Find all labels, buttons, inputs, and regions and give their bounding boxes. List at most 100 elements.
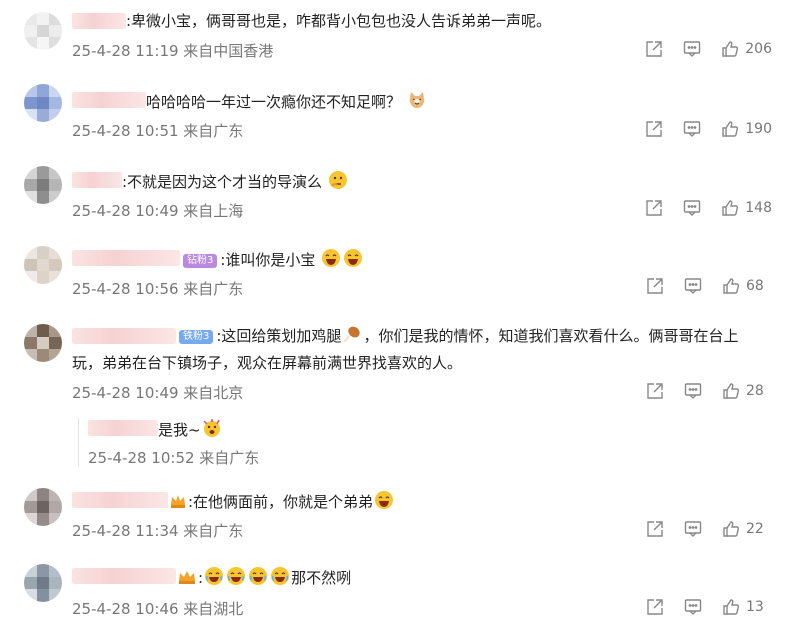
avatar[interactable] xyxy=(24,166,62,204)
comment-item: : 那不然咧 25-4-28 10:46 来自湖北 13 xyxy=(0,552,790,630)
reply-meta: 25-4-28 10:52 来自广东 xyxy=(88,449,260,467)
like-count: 148 xyxy=(745,200,772,216)
like-count: 190 xyxy=(745,121,772,137)
like-count: 22 xyxy=(746,521,764,537)
tears-of-joy-emoji-icon xyxy=(204,566,224,591)
comment-button[interactable] xyxy=(684,520,702,538)
comment-item: :不就是因为这个才当的导演么 25-4-28 10:49 来自上海 148 xyxy=(0,160,790,238)
tears-of-joy-emoji-icon xyxy=(248,566,268,591)
comment-item: 哈哈哈哈一年过一次瘾你还不知足啊？ 25-4-28 10:51 来自广东 190 xyxy=(0,80,790,160)
thumbs-up-icon xyxy=(722,41,739,57)
laughing-emoji-icon xyxy=(374,490,394,515)
username[interactable] xyxy=(72,568,176,584)
fan-badge[interactable]: 铁粉3 xyxy=(179,330,214,344)
party-emoji-icon xyxy=(202,418,222,443)
share-icon xyxy=(646,121,662,137)
like-button[interactable]: 28 xyxy=(722,382,772,400)
share-icon xyxy=(647,383,663,399)
share-button[interactable] xyxy=(646,520,664,538)
avatar[interactable] xyxy=(24,564,62,602)
comment-text: : 那不然咧 xyxy=(176,566,351,591)
share-button[interactable] xyxy=(645,199,663,217)
comment-meta: 25-4-28 10:49 来自北京 xyxy=(72,384,244,402)
comment-icon xyxy=(684,383,702,399)
comment-item: 钻粉3:谁叫你是小宝 25-4-28 10:56 来自广东 68 xyxy=(0,238,790,316)
avatar[interactable] xyxy=(24,488,62,526)
like-button[interactable]: 22 xyxy=(722,520,772,538)
comment-text: 钻粉3:谁叫你是小宝 xyxy=(180,248,364,273)
reply-item: 是我~ 25-4-28 10:52 来自广东 xyxy=(0,410,790,474)
like-count: 68 xyxy=(746,278,764,294)
reply-text: 是我~ xyxy=(158,418,223,443)
share-icon xyxy=(646,200,662,216)
tears-of-joy-emoji-icon xyxy=(226,566,246,591)
share-icon xyxy=(647,278,663,294)
username[interactable] xyxy=(88,420,158,436)
username[interactable] xyxy=(72,13,126,29)
comment-button[interactable] xyxy=(684,277,702,295)
like-button[interactable]: 68 xyxy=(722,277,772,295)
username[interactable] xyxy=(72,172,122,188)
share-button[interactable] xyxy=(645,120,663,138)
comment-meta: 25-4-28 10:46 来自湖北 xyxy=(72,600,244,618)
comment-icon xyxy=(684,599,702,615)
comment-text: :卑微小宝，俩哥哥也是，咋都背小包包也没人告诉弟弟一声呢。 xyxy=(126,12,552,30)
like-button[interactable]: 148 xyxy=(721,199,772,217)
fan-badge[interactable]: 钻粉3 xyxy=(183,254,218,268)
reply-divider xyxy=(78,418,79,466)
comment-item: :在他俩面前，你就是个弟弟 25-4-28 11:34 来自广东 22 xyxy=(0,474,790,552)
username[interactable] xyxy=(72,492,168,508)
comment-text: :不就是因为这个才当的导演么 xyxy=(122,170,349,195)
comment-meta: 25-4-28 10:51 来自广东 xyxy=(72,122,244,140)
laughing-emoji-icon xyxy=(321,248,341,273)
like-count: 13 xyxy=(746,599,764,615)
cat-emoji-icon xyxy=(407,90,427,115)
crown-badge-icon[interactable] xyxy=(169,492,187,515)
comment-icon xyxy=(684,41,701,57)
share-button[interactable] xyxy=(645,40,663,58)
laughing-emoji-icon xyxy=(343,248,363,273)
share-button[interactable] xyxy=(646,598,664,616)
comment-icon xyxy=(684,278,702,294)
comment-button[interactable] xyxy=(684,598,702,616)
avatar[interactable] xyxy=(24,84,62,122)
tears-of-joy-emoji-icon xyxy=(270,566,290,591)
avatar[interactable] xyxy=(24,246,62,284)
share-icon xyxy=(647,599,663,615)
share-icon xyxy=(647,521,663,537)
comment-icon xyxy=(684,521,702,537)
comment-meta: 25-4-28 11:34 来自广东 xyxy=(72,522,244,540)
comment-meta: 25-4-28 10:56 来自广东 xyxy=(72,280,244,298)
avatar[interactable] xyxy=(24,324,62,362)
thumbs-up-icon xyxy=(722,200,739,216)
share-button[interactable] xyxy=(646,382,664,400)
username[interactable] xyxy=(72,250,180,266)
thumbs-up-icon xyxy=(722,121,739,137)
comment-text: 哈哈哈哈一年过一次瘾你还不知足啊？ xyxy=(146,90,428,115)
like-button[interactable]: 206 xyxy=(721,40,772,58)
comment-button[interactable] xyxy=(684,382,702,400)
comment-button[interactable] xyxy=(683,120,701,138)
chicken-leg-emoji-icon xyxy=(342,324,362,351)
comment-meta: 25-4-28 10:49 来自上海 xyxy=(72,202,244,220)
share-button[interactable] xyxy=(646,277,664,295)
comment-button[interactable] xyxy=(683,40,701,58)
thumbs-up-icon xyxy=(723,521,740,537)
crown-badge-icon[interactable] xyxy=(177,568,197,591)
comment-meta: 25-4-28 11:19 来自中国香港 xyxy=(72,42,274,60)
comment-item: :卑微小宝，俩哥哥也是，咋都背小包包也没人告诉弟弟一声呢。 25-4-28 11… xyxy=(0,0,790,80)
comment-text: :在他俩面前，你就是个弟弟 xyxy=(168,490,395,515)
like-button[interactable]: 190 xyxy=(721,120,772,138)
comment-item: 铁粉3:这回给策划加鸡腿 ，你们是我的情怀，知道我们喜欢看什么。俩哥哥在台上玩，弟… xyxy=(0,316,790,410)
thinking-emoji-icon xyxy=(328,170,348,195)
thumbs-up-icon xyxy=(723,383,740,399)
comment-icon xyxy=(684,121,701,137)
avatar[interactable] xyxy=(24,12,62,50)
like-button[interactable]: 13 xyxy=(722,598,772,616)
comment-text: 铁粉3:这回给策划加鸡腿 ，你们是我的情怀，知道我们喜欢看什么。俩哥哥在台上玩，弟… xyxy=(72,324,762,375)
comment-button[interactable] xyxy=(683,199,701,217)
like-count: 206 xyxy=(745,41,772,57)
username[interactable] xyxy=(72,92,146,108)
share-icon xyxy=(646,41,662,57)
comment-icon xyxy=(684,200,701,216)
